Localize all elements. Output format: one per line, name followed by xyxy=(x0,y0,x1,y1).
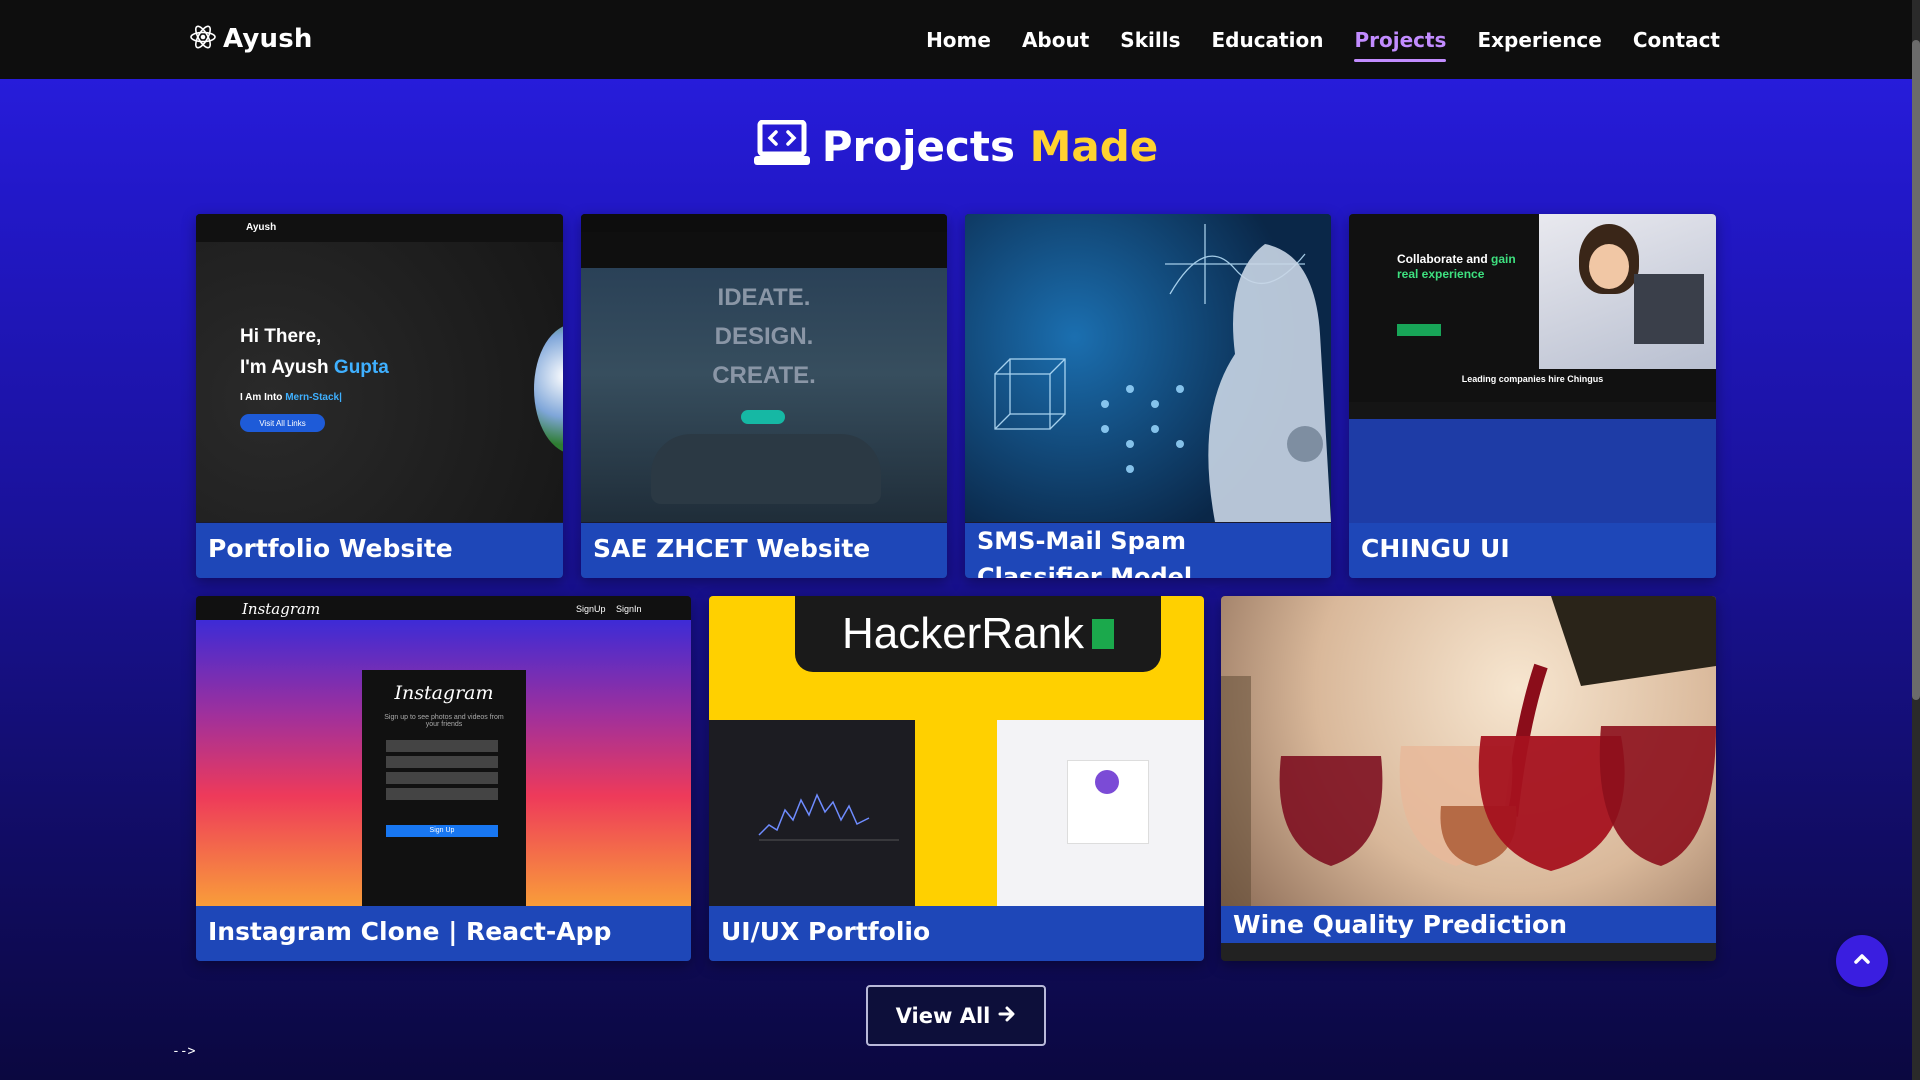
uiux-dashboard-mock xyxy=(709,720,915,906)
nav-education[interactable]: Education xyxy=(1211,24,1323,56)
chingu-headline: Collaborate and gain xyxy=(1397,252,1516,266)
sae-line-2: DESIGN. xyxy=(714,323,814,350)
portfolio-thumbnail: Ayush Hi There, I'm Ayush Gupta I Am Int… xyxy=(196,214,563,522)
uiux-profile-mock xyxy=(997,720,1204,906)
section-title-accent: Made xyxy=(1029,121,1159,171)
insta-nav-logo: Instagram xyxy=(242,600,321,618)
hackerrank-logo-box: HackerRank xyxy=(795,596,1161,672)
sae-line-1: IDEATE. xyxy=(717,284,811,311)
scroll-to-top-button[interactable] xyxy=(1836,935,1888,987)
section-title-main: Projects xyxy=(821,121,1015,171)
portfolio-role-pre: I Am Into xyxy=(240,392,283,403)
navbar: Ayush Home About Skills Education Projec… xyxy=(0,0,1912,79)
sae-thumbnail: IDEATE. DESIGN. CREATE. xyxy=(581,214,947,522)
scrollbar-thumb[interactable] xyxy=(1912,40,1920,700)
chevron-up-icon xyxy=(1852,949,1872,973)
insta-signup-button: Sign Up xyxy=(386,825,498,837)
project-card-instagram[interactable]: Instagram SignUp SignIn Instagram Sign u… xyxy=(196,596,691,961)
project-card-uiux[interactable]: HackerRank UI/UX Portfolio xyxy=(709,596,1204,961)
laptop-code-icon xyxy=(753,119,810,172)
mini-brand: Ayush xyxy=(246,222,277,233)
chingu-cta xyxy=(1397,324,1441,336)
nav-contact[interactable]: Contact xyxy=(1633,24,1720,56)
sae-line-3: CREATE. xyxy=(712,362,816,389)
insta-panel-logo: Instagram xyxy=(394,682,494,704)
hackerrank-thumbnail: HackerRank xyxy=(709,596,1204,906)
instagram-thumbnail: Instagram SignUp SignIn Instagram Sign u… xyxy=(196,596,691,906)
nav-projects[interactable]: Projects xyxy=(1354,24,1447,62)
chingu-companies: Leading companies hire Chingus xyxy=(1461,374,1604,384)
scrollbar[interactable] xyxy=(1912,0,1920,1080)
chingu-headline-main: Collaborate and xyxy=(1397,252,1488,266)
portfolio-name-accent: Gupta xyxy=(333,357,389,378)
chingu-subheadline: real experience xyxy=(1397,267,1485,281)
stray-comment-text: --> xyxy=(172,1044,196,1059)
insta-nav-signup: SignUp xyxy=(576,604,606,614)
brand-name: Ayush xyxy=(223,24,313,54)
insta-tagline: Sign up to see photos and videos from yo… xyxy=(384,714,504,728)
project-title: SMS-Mail Spam Classifier Model xyxy=(965,523,1331,578)
project-title: Portfolio Website xyxy=(196,523,563,578)
insta-signup-panel: Instagram Sign up to see photos and vide… xyxy=(362,670,526,906)
project-title: Wine Quality Prediction xyxy=(1221,906,1716,943)
chingu-logos-strip xyxy=(1349,402,1716,419)
project-card-sms[interactable]: SMS-Mail Spam Classifier Model xyxy=(965,214,1331,578)
react-atom-icon xyxy=(189,23,217,55)
nav-skills[interactable]: Skills xyxy=(1120,24,1180,56)
project-card-wine[interactable]: Wine Quality Prediction xyxy=(1221,596,1716,961)
portfolio-avatar xyxy=(534,324,563,454)
project-card-portfolio[interactable]: Ayush Hi There, I'm Ayush Gupta I Am Int… xyxy=(196,214,563,578)
section-title: Projects Made xyxy=(822,122,1159,171)
hackerrank-logo-text: HackerRank xyxy=(841,609,1085,658)
view-all-label: View All xyxy=(895,1003,991,1028)
nav-home[interactable]: Home xyxy=(926,24,991,56)
portfolio-greet: Hi There, xyxy=(240,326,322,347)
arrow-right-icon xyxy=(998,1004,1016,1028)
project-title: CHINGU UI xyxy=(1349,523,1716,578)
view-all-button[interactable]: View All xyxy=(866,985,1046,1046)
chingu-thumbnail: Collaborate and gain real experience Lea… xyxy=(1349,214,1716,419)
portfolio-role-value: Mern-Stack| xyxy=(285,392,342,403)
project-title: UI/UX Portfolio xyxy=(709,906,1204,961)
section-heading: Projects Made xyxy=(0,116,1912,176)
project-card-chingu[interactable]: Collaborate and gain real experience Lea… xyxy=(1349,214,1716,578)
project-card-sae[interactable]: IDEATE. DESIGN. CREATE. SAE ZHCET Websit… xyxy=(581,214,947,578)
sms-thumbnail xyxy=(965,214,1331,522)
wine-thumbnail xyxy=(1221,596,1716,906)
portfolio-role: I Am Into Mern-Stack| xyxy=(240,392,342,403)
chingu-illustration xyxy=(1539,214,1716,369)
portfolio-visit-button: Visit All Links xyxy=(240,414,325,432)
sae-about-button xyxy=(741,410,785,424)
hackerrank-cursor xyxy=(1092,619,1115,649)
project-title: SAE ZHCET Website xyxy=(581,523,947,578)
sae-hero-text: IDEATE. DESIGN. CREATE. xyxy=(581,278,947,395)
portfolio-name-pre: I'm Ayush xyxy=(240,357,329,378)
portfolio-name: I'm Ayush Gupta xyxy=(240,357,389,379)
project-title: Instagram Clone | React-App xyxy=(196,906,691,961)
brand-logo[interactable]: Ayush xyxy=(189,22,313,56)
insta-nav-signin: SignIn xyxy=(616,604,642,614)
nav-experience[interactable]: Experience xyxy=(1477,24,1601,56)
nav-about[interactable]: About xyxy=(1022,24,1089,56)
nav-menu: Home About Skills Education Projects Exp… xyxy=(926,0,1720,79)
sae-car-shape xyxy=(651,434,881,504)
chingu-headline-accent: gain xyxy=(1491,252,1516,266)
